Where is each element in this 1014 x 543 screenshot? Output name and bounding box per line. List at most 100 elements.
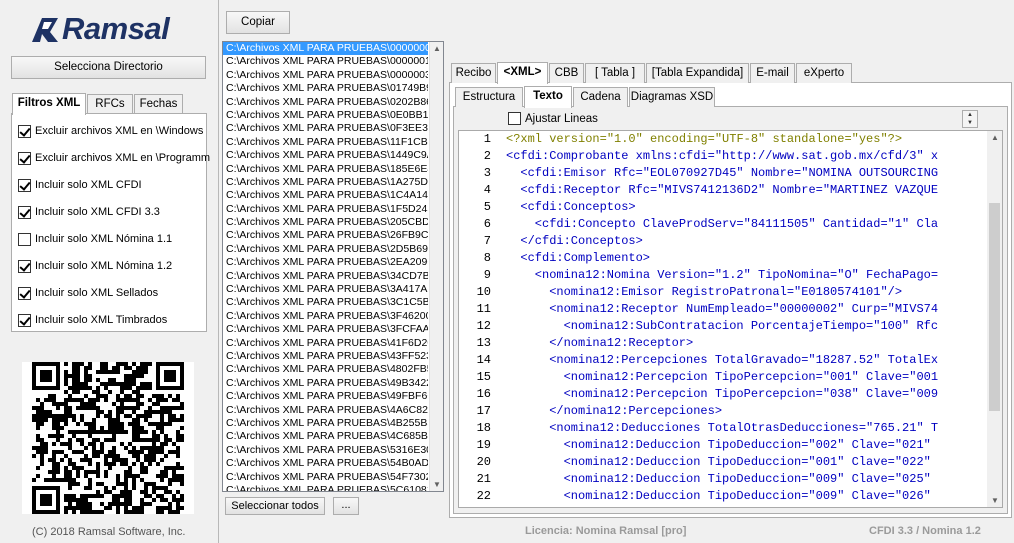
tab-experto[interactable]: eXperto [796,63,852,83]
filter-option[interactable]: Incluir solo XML Timbrados [18,312,167,328]
file-list-item[interactable]: C:\Archivos XML PARA PRUEBAS\185E6E4 [223,163,428,176]
line-number: 16 [476,387,491,401]
tab-tabla[interactable]: [ Tabla ] [585,63,645,83]
tab-email[interactable]: E-mail [750,63,795,83]
filter-checkbox[interactable] [18,205,31,219]
file-list-item[interactable]: C:\Archivos XML PARA PRUEBAS\43FF523 [223,350,428,363]
wrap-lines-checkbox[interactable] [508,112,521,125]
file-list-item[interactable]: C:\Archivos XML PARA PRUEBAS\0000001 [223,55,428,68]
file-list-item[interactable]: C:\Archivos XML PARA PRUEBAS\0202B86 [223,96,428,109]
file-list-item[interactable]: C:\Archivos XML PARA PRUEBAS\26FB9CE [223,229,428,242]
filters-panel: Excluir archivos XML en \Windows Excluir … [11,113,210,332]
file-list[interactable]: C:\Archivos XML PARA PRUEBAS\0000000 C:\A… [222,41,444,492]
line-number: 8 [483,251,491,265]
tab-diagramas-xsd[interactable]: Diagramas XSD [629,87,715,107]
tab-recibo[interactable]: Recibo [451,63,496,83]
file-list-item[interactable]: C:\Archivos XML PARA PRUEBAS\3FCFAA1 [223,323,428,336]
code-line: <?xml version="1.0" encoding="UTF-8" sta… [506,132,903,146]
filter-option[interactable]: Incluir solo XML CFDI [18,177,142,193]
filter-option[interactable]: Incluir solo XML Sellados [18,285,158,301]
tab-filtros-xml[interactable]: Filtros XML [12,93,86,115]
file-list-item[interactable]: C:\Archivos XML PARA PRUEBAS\01749B9 [223,82,428,95]
license-status: Licencia: Nomina Ramsal [pro] [525,525,687,537]
filter-checkbox[interactable] [18,313,31,327]
file-list-item[interactable]: C:\Archivos XML PARA PRUEBAS\2EA2096 [223,256,428,269]
line-number: 2 [483,149,491,163]
line-number: 11 [476,302,491,316]
filter-checkbox[interactable] [18,178,31,192]
tab-fechas[interactable]: Fechas [134,94,183,114]
file-list-item[interactable]: C:\Archivos XML PARA PRUEBAS\5C61081 [223,484,428,491]
file-list-item[interactable]: C:\Archivos XML PARA PRUEBAS\49FBF66 [223,390,428,403]
filter-checkbox[interactable] [18,232,31,246]
file-list-item[interactable]: C:\Archivos XML PARA PRUEBAS\1F5D243 [223,203,428,216]
spinner-up-icon[interactable]: ▲ [963,111,977,119]
code-line: <nomina12:Deduccion TipoDeduccion="009" … [563,472,931,486]
file-list-item[interactable]: C:\Archivos XML PARA PRUEBAS\34CD7B6 [223,270,428,283]
code-line: <nomina12:Deduccion TipoDeduccion="001" … [563,455,931,469]
code-line: <nomina12:Percepcion TipoPercepcion="001… [563,370,939,384]
editor-scroll-up-icon[interactable]: ▲ [991,133,999,142]
tab-cadena[interactable]: Cadena [573,87,628,107]
file-list-item[interactable]: C:\Archivos XML PARA PRUEBAS\0000003 [223,69,428,82]
spinner-down-icon[interactable]: ▼ [963,119,977,127]
file-list-item[interactable]: C:\Archivos XML PARA PRUEBAS\4A6C821 [223,404,428,417]
filter-option[interactable]: Incluir solo XML CFDI 3.3 [18,204,160,220]
tab-cbb[interactable]: CBB [549,63,584,83]
file-list-item[interactable]: C:\Archivos XML PARA PRUEBAS\3F46200 [223,310,428,323]
file-list-item[interactable]: C:\Archivos XML PARA PRUEBAS\54B0AD1 [223,457,428,470]
copy-button[interactable]: Copiar [226,11,290,34]
qr-code-image [32,362,184,514]
scroll-up-arrow-icon[interactable]: ▲ [433,44,441,53]
filter-option[interactable]: Incluir solo XML Nómina 1.2 [18,258,172,274]
filter-checkbox[interactable] [18,286,31,300]
select-all-button[interactable]: Seleccionar todos [225,497,325,515]
select-directory-button[interactable]: Selecciona Directorio [11,56,206,79]
file-list-item[interactable]: C:\Archivos XML PARA PRUEBAS\4C685B0 [223,430,428,443]
file-list-item[interactable]: C:\Archivos XML PARA PRUEBAS\5316E30 [223,444,428,457]
file-list-scrollbar[interactable]: ▲ ▼ [429,42,443,491]
tab-texto[interactable]: Texto [524,86,572,108]
tab-xml[interactable]: <XML> [497,62,548,84]
code-line: <cfdi:Complemento> [520,251,651,265]
tab-tabla-expandida[interactable]: [Tabla Expandida] [646,63,749,83]
editor-scroll-thumb[interactable] [989,203,1000,411]
file-list-item[interactable]: C:\Archivos XML PARA PRUEBAS\41F6D20 [223,337,428,350]
editor-scroll-down-icon[interactable]: ▼ [991,496,999,505]
file-list-item[interactable]: C:\Archivos XML PARA PRUEBAS\11F1CBB [223,136,428,149]
file-list-item[interactable]: C:\Archivos XML PARA PRUEBAS\0E0BB19 [223,109,428,122]
file-list-item[interactable]: C:\Archivos XML PARA PRUEBAS\1C4A149 [223,189,428,202]
tab-rfcs[interactable]: RFCs [87,94,133,114]
file-list-item[interactable]: C:\Archivos XML PARA PRUEBAS\205CBD0 [223,216,428,229]
file-list-item[interactable]: C:\Archivos XML PARA PRUEBAS\4802FB5 [223,363,428,376]
file-list-item[interactable]: C:\Archivos XML PARA PRUEBAS\2D5B694 [223,243,428,256]
file-list-item[interactable]: C:\Archivos XML PARA PRUEBAS\49B3422 [223,377,428,390]
code-area[interactable]: <?xml version="1.0" encoding="UTF-8" sta… [506,131,986,507]
file-list-item[interactable]: C:\Archivos XML PARA PRUEBAS\1A275D9 [223,176,428,189]
filter-option[interactable]: Excluir archivos XML en \Windows [18,123,203,139]
file-list-item[interactable]: C:\Archivos XML PARA PRUEBAS\4B255B5 [223,417,428,430]
file-list-item[interactable]: C:\Archivos XML PARA PRUEBAS\54F7302 [223,471,428,484]
filter-checkbox[interactable] [18,124,31,138]
filter-option[interactable]: Excluir archivos XML en \Programm [18,150,210,166]
font-size-spinner[interactable]: ▲ ▼ [962,110,978,128]
file-list-item[interactable]: C:\Archivos XML PARA PRUEBAS\1449C9A [223,149,428,162]
scroll-down-arrow-icon[interactable]: ▼ [433,480,441,489]
tab-estructura[interactable]: Estructura [455,87,523,107]
line-number-gutter: 1 2 3 4 5 6 7 8 9 10 11 12 13 14 15 16 17 18 19 20 21 22 [459,131,495,507]
wrap-lines-option[interactable]: Ajustar Lineas [508,112,598,125]
file-list-item[interactable]: C:\Archivos XML PARA PRUEBAS\0F3EE3D [223,122,428,135]
code-line: <cfdi:Emisor Rfc="EOL070927D45" Nombre="… [520,166,939,180]
file-list-item[interactable]: C:\Archivos XML PARA PRUEBAS\3A417A1 [223,283,428,296]
editor-scrollbar[interactable]: ▲ ▼ [987,131,1002,507]
filter-checkbox[interactable] [18,259,31,273]
code-line: <cfdi:Concepto ClaveProdServ="84111505" … [534,217,939,231]
filter-checkbox[interactable] [18,151,31,165]
ramsal-logo-icon [32,18,58,42]
file-list-item[interactable]: C:\Archivos XML PARA PRUEBAS\0000000 [223,42,428,56]
more-button[interactable]: ... [333,497,359,515]
filter-label: Incluir solo XML Nómina 1.2 [35,260,173,272]
filter-option[interactable]: Incluir solo XML Nómina 1.1 [18,231,172,247]
xml-text-editor[interactable]: 1 2 3 4 5 6 7 8 9 10 11 12 13 14 15 16 17 18 19 20 21 22 <?xm… [458,130,1003,508]
file-list-item[interactable]: C:\Archivos XML PARA PRUEBAS\3C1C5B6 [223,296,428,309]
